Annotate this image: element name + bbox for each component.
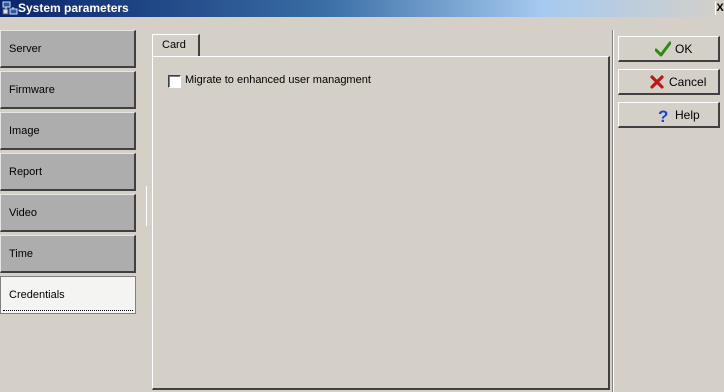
nav-item-credentials[interactable]: Credentials — [0, 276, 136, 314]
nav-item-label: Firmware — [9, 84, 55, 96]
system-parameters-icon — [2, 1, 18, 16]
nav-item-report[interactable]: Report — [0, 153, 136, 191]
nav-item-firmware[interactable]: Firmware — [0, 71, 136, 109]
help-label: Help — [675, 108, 700, 122]
system-parameters-window: System parameters X Server Firmware Imag… — [0, 0, 724, 392]
nav-item-label: Image — [9, 125, 40, 137]
cancel-label: Cancel — [669, 75, 707, 89]
ok-label: OK — [675, 42, 693, 56]
tab-card[interactable]: Card — [152, 34, 200, 56]
nav-item-time[interactable]: Time — [0, 235, 136, 273]
parameters-nav: Server Firmware Image Report Video Time … — [0, 30, 140, 392]
nav-item-label: Time — [9, 248, 34, 260]
nav-item-label: Server — [9, 43, 42, 55]
migrate-user-management-checkbox[interactable] — [168, 75, 181, 88]
check-icon — [654, 41, 672, 57]
nav-item-label: Credentials — [9, 289, 65, 301]
svg-text:?: ? — [658, 107, 668, 123]
tab-label: Card — [162, 39, 186, 51]
splitter-handle[interactable] — [146, 186, 147, 226]
cancel-button[interactable]: Cancel — [618, 69, 720, 95]
close-button[interactable]: X — [715, 1, 724, 15]
card-panel: Migrate to enhanced user managment — [152, 56, 610, 390]
migrate-user-management-label[interactable]: Migrate to enhanced user managment — [185, 74, 371, 86]
help-button[interactable]: ? Help — [618, 102, 720, 128]
nav-item-label: Video — [9, 207, 37, 219]
nav-item-image[interactable]: Image — [0, 112, 136, 150]
nav-item-server[interactable]: Server — [0, 30, 136, 68]
question-icon: ? — [655, 107, 671, 126]
nav-item-label: Report — [9, 166, 43, 178]
right-divider-highlight — [613, 30, 614, 392]
window-title: System parameters — [18, 1, 129, 15]
nav-item-video[interactable]: Video — [0, 194, 136, 232]
ok-button[interactable]: OK — [618, 36, 720, 62]
x-icon — [649, 74, 665, 90]
title-bar: System parameters X — [0, 0, 724, 17]
